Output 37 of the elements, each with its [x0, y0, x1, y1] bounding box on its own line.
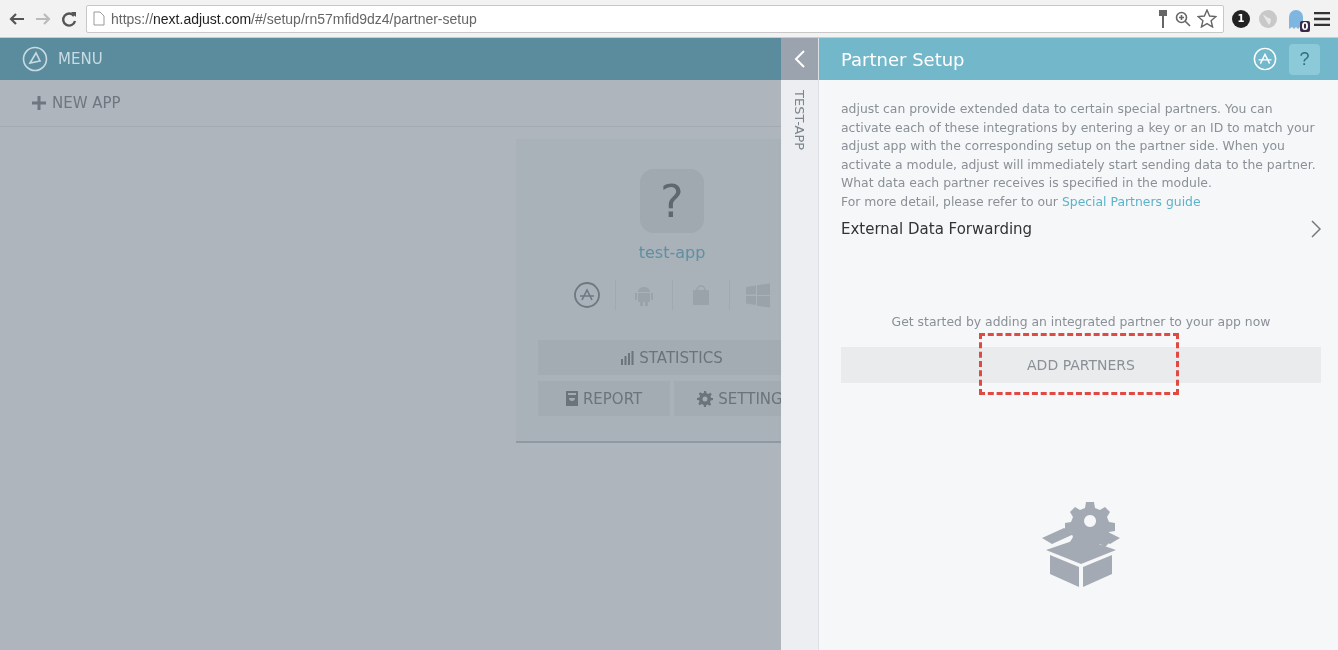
- panel-title: Partner Setup: [841, 48, 966, 70]
- description-text: adjust can provide extended data to certain special partners. You can activate each of these integrations by entering a key or an ID to match your adjust app with the corresponding setup on the partner side. When you activate a module, adjust will immediately start sending data to the partner. What data each partner receives is specified in the module. For more detail, please refer to our Special Partners guide: [841, 100, 1317, 211]
- guide-link[interactable]: Special Partners guide: [1061, 193, 1201, 209]
- appstore-icon[interactable]: [572, 281, 601, 309]
- app-icon: ?: [640, 169, 704, 233]
- logo-icon[interactable]: [22, 46, 48, 72]
- menu-icon[interactable]: [1314, 11, 1330, 26]
- zoom-icon[interactable]: [1175, 10, 1191, 27]
- menu-label[interactable]: MENU: [58, 50, 103, 68]
- appstore-icon: [1253, 47, 1277, 71]
- empty-state-text: Get started by adding an integrated partner to your app now: [890, 313, 1272, 329]
- app-tab-label[interactable]: TEST-APP: [792, 90, 807, 151]
- ghost-count: 0: [1300, 20, 1310, 32]
- plus-icon: [32, 96, 46, 110]
- app-name[interactable]: test-app: [638, 243, 706, 262]
- gear-icon: [697, 390, 714, 407]
- report-icon: [565, 391, 578, 406]
- section-row[interactable]: External Data Forwarding: [841, 219, 1321, 238]
- section-title: External Data Forwarding: [841, 219, 1033, 238]
- report-button[interactable]: REPORT: [538, 381, 670, 416]
- extension-badge[interactable]: 1: [1232, 9, 1250, 28]
- star-icon[interactable]: [1197, 9, 1217, 28]
- url-text: https://next.adjust.com/#/setup/rn57mfid9dz4/partner-setup: [111, 10, 477, 27]
- ghost-icon[interactable]: [1286, 7, 1306, 30]
- settings-button[interactable]: SETTING: [674, 381, 781, 416]
- chevron-right-icon: [1311, 219, 1321, 238]
- chevron-left-icon: [793, 49, 806, 69]
- help-button[interactable]: ?: [1289, 43, 1320, 75]
- address-bar[interactable]: https://next.adjust.com/#/setup/rn57mfid9dz4/partner-setup: [86, 4, 1224, 33]
- reload-icon[interactable]: [60, 9, 78, 28]
- new-app-link[interactable]: NEW APP: [32, 94, 121, 112]
- bar-chart-icon: [621, 350, 635, 365]
- add-partners-button[interactable]: ADD PARTNERS: [841, 346, 1321, 383]
- statistics-button[interactable]: STATISTICS: [538, 340, 781, 375]
- globe-icon[interactable]: [1258, 8, 1278, 29]
- page-icon: [93, 11, 105, 26]
- collapse-button[interactable]: [781, 38, 818, 80]
